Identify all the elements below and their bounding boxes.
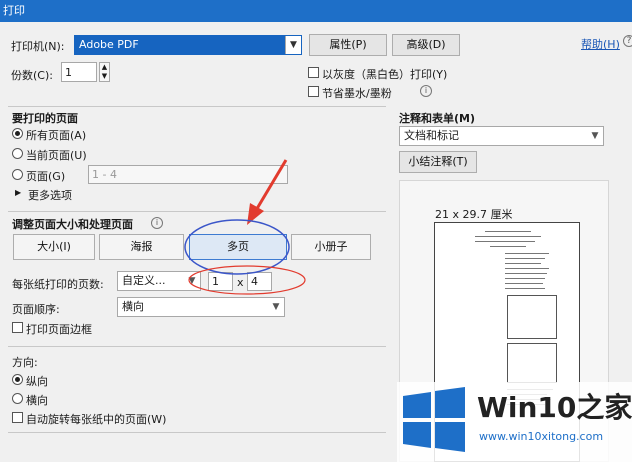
bottom-divider	[8, 432, 386, 433]
comments-select[interactable]: 文档和标记 ▼	[399, 126, 604, 146]
portrait-radio[interactable]	[12, 374, 23, 385]
preview-table	[507, 343, 557, 383]
preview-table	[507, 295, 557, 339]
landscape-radio[interactable]	[12, 393, 23, 404]
orientation-divider	[8, 346, 386, 347]
watermark-url: www.win10xitong.com	[479, 430, 604, 443]
chevron-down-icon: ▼	[591, 131, 599, 141]
landscape-label: 横向	[26, 394, 48, 407]
auto-rotate-label: 自动旋转每张纸中的页面(W)	[26, 413, 167, 426]
watermark-brand: Win10之家	[477, 392, 632, 424]
watermark-brand-text: Win10	[477, 391, 577, 424]
preview-size-label: 21 x 29.7 厘米	[435, 208, 513, 221]
comments-heading: 注释和表单(M)	[399, 112, 476, 125]
auto-rotate-checkbox[interactable]	[12, 412, 23, 423]
summarize-comments-button[interactable]: 小结注释(T)	[399, 151, 477, 173]
red-circle-annotation	[188, 265, 306, 295]
watermark-logo: Win10之家 www.win10xitong.com	[397, 382, 632, 462]
watermark-brand-suffix: 之家	[576, 391, 632, 424]
red-arrow-annotation	[247, 159, 288, 225]
portrait-label: 纵向	[26, 375, 48, 388]
windows-logo-icon	[403, 387, 465, 452]
comments-select-value: 文档和标记	[404, 129, 459, 142]
orientation-heading: 方向:	[12, 356, 38, 369]
